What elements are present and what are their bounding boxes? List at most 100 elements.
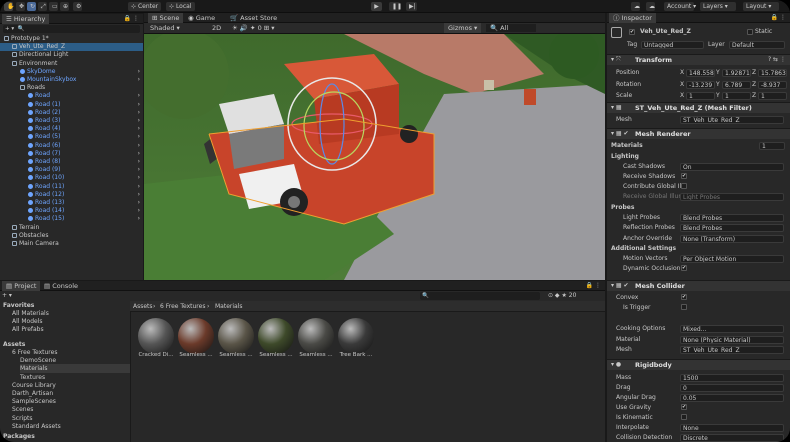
is-kinematic-checkbox[interactable] [681, 414, 687, 420]
inspector-lock-icon[interactable]: 🔒 ⋮ [771, 14, 786, 21]
layers-dropdown[interactable]: Layers ▾ [700, 2, 736, 11]
hierarchy-item[interactable]: Prototype 1* [0, 35, 143, 43]
motion-vectors-dropdown[interactable]: Per Object Motion [680, 255, 784, 263]
hand-tool-icon[interactable]: ✋ [4, 2, 14, 11]
component-menu-icon[interactable]: ? ⇆ ⋮ [768, 56, 786, 63]
anchor-override-field[interactable]: None (Transform) [680, 235, 784, 243]
scene-search[interactable]: 🔍 All [486, 24, 536, 32]
prefab-arrow-icon[interactable]: › [138, 76, 140, 84]
prefab-arrow-icon[interactable]: › [138, 166, 140, 174]
static-checkbox[interactable] [747, 29, 753, 35]
tab-console[interactable]: ▤ Console [40, 281, 82, 291]
prefab-arrow-icon[interactable]: › [138, 101, 140, 109]
hierarchy-item[interactable]: Road (7) › [0, 150, 143, 158]
hierarchy-item[interactable]: Road (1) › [0, 101, 143, 109]
toggle-2d[interactable]: 2D [208, 23, 225, 33]
lighting-toggle-icon[interactable]: ☀ 🔊 ✦ 0 ⊞ ▾ [228, 23, 279, 33]
reflection-probes-dropdown[interactable]: Blend Probes [680, 224, 784, 232]
hierarchy-item[interactable]: Roads [0, 84, 143, 92]
cloud-icon[interactable]: ☁ [646, 2, 655, 11]
probes-label[interactable]: Probes [611, 203, 634, 212]
prefab-arrow-icon[interactable]: › [138, 125, 140, 133]
favorite-item[interactable]: All Prefabs [12, 325, 44, 334]
tab-scene[interactable]: ⊞ Scene [148, 13, 184, 23]
hierarchy-item[interactable]: Road (14) › [0, 207, 143, 215]
is-trigger-checkbox[interactable] [681, 304, 687, 310]
hierarchy-search[interactable]: + ▾ 🔍 [3, 25, 140, 33]
additional-settings-label[interactable]: Additional Settings [611, 244, 676, 253]
hierarchy-item[interactable]: Terrain [0, 224, 143, 232]
rect-tool-icon[interactable]: ▭ [49, 2, 58, 11]
hierarchy-item[interactable]: Road (5) › [0, 133, 143, 141]
breadcrumb-assets[interactable]: Assets [133, 303, 153, 310]
prefab-arrow-icon[interactable]: › [138, 142, 140, 150]
hierarchy-item[interactable]: Road (9) › [0, 166, 143, 174]
layout-dropdown[interactable]: Layout ▾ [743, 2, 779, 11]
prefab-arrow-icon[interactable]: › [138, 183, 140, 191]
prefab-arrow-icon[interactable]: › [138, 191, 140, 199]
cooking-options-dropdown[interactable]: Mixed... [680, 325, 784, 333]
meshrenderer-header[interactable]: ▾ ▦ ✔ Mesh Renderer [607, 128, 790, 139]
material-thumbnail[interactable] [258, 318, 294, 354]
pivot-center-toggle[interactable]: ⊹ Center [128, 2, 162, 11]
filter-icons[interactable]: ⊙ ◆ ★ 20 [548, 292, 576, 299]
hierarchy-item[interactable]: Road (10) › [0, 174, 143, 182]
hierarchy-item[interactable]: Road (2) › [0, 109, 143, 117]
tag-dropdown[interactable]: Untagged [641, 41, 704, 49]
position-y-field[interactable]: 1.92871 [722, 69, 751, 77]
project-folder[interactable]: Standard Assets [12, 422, 61, 431]
materials-label[interactable]: Materials [611, 141, 643, 150]
hierarchy-item[interactable]: Veh_Ute_Red_Z [0, 43, 143, 52]
step-button[interactable]: ▶| [406, 2, 417, 11]
material-thumbnail[interactable] [178, 318, 214, 354]
meshcollider-header[interactable]: ▾ ▦ ✔ Mesh Collider [607, 280, 790, 291]
interpolate-dropdown[interactable]: None [680, 424, 784, 432]
hierarchy-item[interactable]: MountainSkybox › [0, 76, 143, 84]
tab-hierarchy[interactable]: ☰ Hierarchy [2, 14, 50, 24]
prefab-arrow-icon[interactable]: › [138, 150, 140, 158]
account-dropdown[interactable]: Account ▾ [664, 2, 696, 11]
scale-x-field[interactable]: 1 [686, 92, 715, 100]
hierarchy-item[interactable]: Environment [0, 60, 143, 68]
prefab-arrow-icon[interactable]: › [138, 117, 140, 125]
hierarchy-item[interactable]: Directional Light [0, 51, 143, 59]
tab-game[interactable]: ◉ Game [184, 13, 219, 23]
breadcrumb-materials[interactable]: Materials [215, 303, 243, 310]
cast-shadows-dropdown[interactable]: On [680, 163, 784, 171]
lighting-label[interactable]: Lighting [611, 152, 639, 161]
hierarchy-item[interactable]: Road (13) › [0, 199, 143, 207]
hierarchy-item[interactable]: Road (12) › [0, 191, 143, 199]
dynamic-occlusion-checkbox[interactable]: ✔ [681, 265, 687, 271]
hierarchy-item[interactable]: Road (15) › [0, 215, 143, 223]
prefab-arrow-icon[interactable]: › [138, 92, 140, 100]
tab-project[interactable]: ▤ Project [2, 281, 41, 291]
prefab-arrow-icon[interactable]: › [138, 199, 140, 207]
prefab-arrow-icon[interactable]: › [138, 174, 140, 182]
position-x-field[interactable]: 148.558 [686, 69, 715, 77]
receive-shadows-checkbox[interactable]: ✔ [681, 173, 687, 179]
hierarchy-item[interactable]: Road (8) › [0, 158, 143, 166]
transform-header[interactable]: ▾ ⤧ Transform ? ⇆ ⋮ [607, 54, 790, 65]
active-checkbox[interactable]: ✔ [629, 29, 635, 35]
rotate-tool-icon[interactable]: ↻ [27, 2, 36, 11]
prefab-arrow-icon[interactable]: › [138, 133, 140, 141]
shading-dropdown[interactable]: Shaded ▾ [146, 23, 184, 33]
hierarchy-item[interactable]: Road (11) › [0, 183, 143, 191]
pivot-local-toggle[interactable]: ⊹ Local [166, 2, 195, 11]
hierarchy-item[interactable]: Main Camera [0, 240, 143, 248]
materials-count[interactable]: 1 [759, 142, 785, 150]
prefab-arrow-icon[interactable]: › [138, 207, 140, 215]
mesh-field[interactable]: ST_Veh_Ute_Red_Z [680, 116, 784, 124]
scene-viewport[interactable] [144, 34, 605, 280]
custom-tool-icon[interactable]: ⚙ [73, 2, 82, 11]
rigidbody-header[interactable]: ▾ ● Rigidbody [607, 359, 790, 370]
mass-field[interactable]: 1500 [680, 374, 784, 382]
hierarchy-item[interactable]: Road (3) › [0, 117, 143, 125]
rotation-y-field[interactable]: 6.789 [722, 81, 751, 89]
object-name-field[interactable]: Veh_Ute_Red_Z [638, 28, 744, 36]
scale-y-field[interactable]: 1 [722, 92, 751, 100]
move-tool-icon[interactable]: ✥ [16, 2, 25, 11]
tab-asset-store[interactable]: 🛒 Asset Store [226, 13, 281, 23]
hierarchy-item[interactable]: SkyDome › [0, 68, 143, 76]
rotation-x-field[interactable]: -13.239 [686, 81, 715, 89]
